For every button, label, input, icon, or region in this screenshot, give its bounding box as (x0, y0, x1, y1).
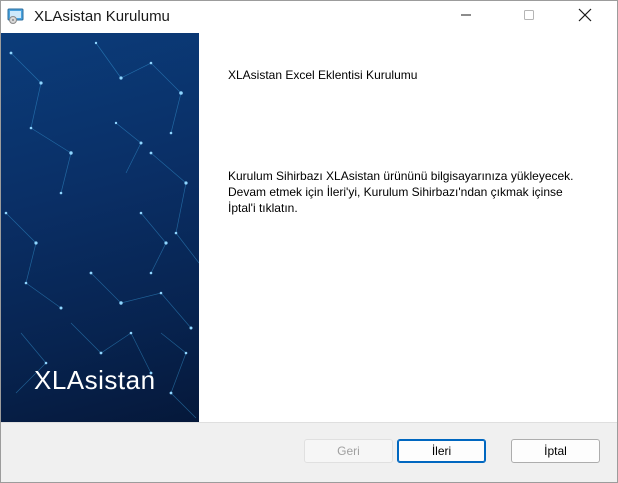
back-button: Geri (304, 439, 393, 463)
network-pattern-graphic (4, 41, 199, 419)
side-banner: XLAsistan (1, 33, 199, 422)
page-title: XLAsistan Excel Eklentisi Kurulumu (228, 68, 418, 82)
title-bar[interactable]: XLAsistan Kurulumu (1, 1, 617, 33)
maximize-icon (523, 8, 535, 26)
description-line: Devam etmek için İleri'yi, Kurulum Sihir… (228, 185, 563, 199)
close-button[interactable] (562, 1, 608, 33)
installer-window: XLAsistan Kurulumu XLAsistan XLAsistan E… (0, 0, 618, 483)
banner-brand-text: XLAsistan (34, 365, 156, 395)
next-button[interactable]: İleri (397, 439, 486, 463)
button-bar: Geri İleri İptal (1, 422, 617, 482)
minimize-icon (460, 8, 472, 26)
close-icon (578, 8, 592, 27)
cancel-button[interactable]: İptal (511, 439, 600, 463)
description-line: Kurulum Sihirbazı XLAsistan ürününü bilg… (228, 169, 574, 183)
description-line: İptal'i tıklatın. (228, 201, 298, 215)
window-title: XLAsistan Kurulumu (34, 8, 170, 25)
maximize-button (506, 1, 552, 33)
installer-icon (7, 8, 25, 25)
welcome-panel: XLAsistan Excel Eklentisi Kurulumu Kurul… (200, 33, 617, 422)
welcome-description: Kurulum Sihirbazı XLAsistan ürününü bilg… (228, 168, 608, 216)
minimize-button[interactable] (443, 1, 489, 33)
